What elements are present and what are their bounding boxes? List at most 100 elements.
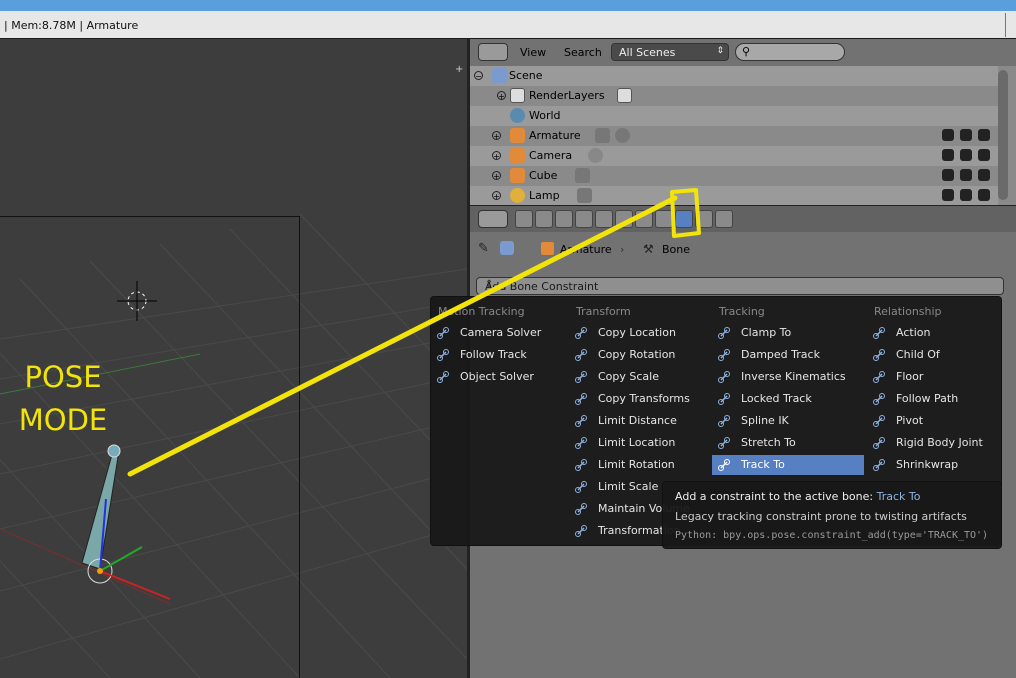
menu-item-object-solver[interactable]: Object Solver [431,367,567,387]
menu-item-floor[interactable]: Floor [867,367,997,387]
row-label[interactable]: Cube [529,169,557,182]
menu-item-inverse-kinematics[interactable]: Inverse Kinematics [712,367,864,387]
search-menu[interactable]: Search [564,46,602,59]
constraint-icon [575,481,587,493]
menu-item-camera-solver[interactable]: Camera Solver [431,323,567,343]
outliner-row-armature[interactable]: + Armature [470,126,998,146]
outliner-row-renderlayers[interactable]: + RenderLayers [470,86,998,106]
constraint-icon [873,371,885,383]
search-input[interactable]: ⚲ [735,43,845,61]
expand-icon[interactable]: + [492,191,501,201]
menu-item-pivot[interactable]: Pivot [867,411,997,431]
eye-icon[interactable] [942,189,954,201]
menu-item-limit-location[interactable]: Limit Location [569,433,709,453]
menu-item-limit-distance[interactable]: Limit Distance [569,411,709,431]
pose-mode-annotation: POSE MODE [8,356,118,442]
menu-item-copy-location[interactable]: Copy Location [569,323,709,343]
expand-icon[interactable]: + [492,131,501,141]
scene-tab-icon[interactable] [555,210,573,228]
menu-item-clamp-to[interactable]: Clamp To [712,323,864,343]
constraint-icon [718,437,730,449]
menu-item-rigid-body-joint[interactable]: Rigid Body Joint [867,433,997,453]
armature-data-icon [615,128,630,143]
bone-constraints-tab-icon[interactable] [675,210,693,228]
menu-item-damped-track[interactable]: Damped Track [712,345,864,365]
editor-type-button[interactable] [478,43,508,61]
updown-arrows-icon: ⇕ [485,279,494,290]
editor-type-button[interactable] [478,210,508,228]
constraint-icon [718,459,730,471]
constraint-icon [575,525,587,537]
camera-render-icon[interactable] [978,129,990,141]
scene-context-icon [500,241,514,255]
menu-item-shrinkwrap[interactable]: Shrinkwrap [867,455,997,475]
eye-icon[interactable] [942,129,954,141]
add-bone-constraint-dropdown[interactable]: Add Bone Constraint ⇕ [476,277,1004,295]
outliner-row-scene[interactable]: − Scene [470,66,998,86]
world-tab-icon[interactable] [575,210,593,228]
menu-item-copy-scale[interactable]: Copy Scale [569,367,709,387]
constraint-icon [873,459,885,471]
outliner-row-camera[interactable]: + Camera [470,146,998,166]
tooltip: Add a constraint to the active bone: Tra… [662,481,1002,549]
constraint-icon [718,415,730,427]
texture-tab-icon[interactable] [695,210,713,228]
camera-render-icon[interactable] [978,149,990,161]
outliner-row-world[interactable]: World [470,106,998,126]
bone-gizmo[interactable] [60,439,260,639]
menu-heading-transform: Transform [576,305,631,318]
bone-tab-icon[interactable] [655,210,673,228]
armature-data-tab-icon[interactable] [635,210,653,228]
view-menu[interactable]: View [520,46,546,59]
expand-icon[interactable]: + [492,171,501,181]
renderlayer-icon [617,88,632,103]
eye-icon[interactable] [942,169,954,181]
visibility-controls [936,189,992,203]
menu-item-copy-rotation[interactable]: Copy Rotation [569,345,709,365]
object-tab-icon[interactable] [595,210,613,228]
menu-item-copy-transforms[interactable]: Copy Transforms [569,389,709,409]
cursor-icon[interactable] [960,129,972,141]
menu-item-stretch-to[interactable]: Stretch To [712,433,864,453]
scene-filter-dropdown[interactable]: All Scenes ⇕ [611,43,729,61]
collapse-icon[interactable]: − [474,71,483,81]
row-label[interactable]: Scene [509,69,543,82]
camera-render-icon[interactable] [978,189,990,201]
tooltip-python: Python: bpy.ops.pose.constraint_add(type… [675,530,989,541]
menu-item-child-of[interactable]: Child Of [867,345,997,365]
eye-icon[interactable] [942,149,954,161]
cursor-icon[interactable] [960,169,972,181]
row-label[interactable]: Lamp [529,189,560,202]
row-label[interactable]: World [529,109,561,122]
menu-item-follow-track[interactable]: Follow Track [431,345,567,365]
constraint-icon [575,415,587,427]
outliner-row-cube[interactable]: + Cube [470,166,998,186]
menu-item-track-to[interactable]: Track To [712,455,864,475]
camera-render-icon[interactable] [978,169,990,181]
row-label[interactable]: Armature [529,129,581,142]
visibility-controls [936,129,992,143]
header-resize-handle[interactable] [1005,13,1012,37]
render-tab-icon[interactable] [515,210,533,228]
cursor-icon[interactable] [960,189,972,201]
expand-icon[interactable]: + [497,91,506,101]
outliner-row-lamp[interactable]: + Lamp [470,186,998,205]
breadcrumb-armature: Armature [560,243,612,256]
constraint-icon [873,349,885,361]
physics-tab-icon[interactable] [715,210,733,228]
outliner-scrollbar[interactable] [998,70,1008,200]
menu-item-limit-rotation[interactable]: Limit Rotation [569,455,709,475]
row-label[interactable]: RenderLayers [529,89,605,102]
add-region-icon[interactable]: + [455,64,463,75]
object-constraints-tab-icon[interactable] [615,210,633,228]
render-layers-tab-icon[interactable] [535,210,553,228]
menu-item-follow-path[interactable]: Follow Path [867,389,997,409]
menu-item-locked-track[interactable]: Locked Track [712,389,864,409]
row-label[interactable]: Camera [529,149,572,162]
menu-item-action[interactable]: Action [867,323,997,343]
menu-item-spline-ik[interactable]: Spline IK [712,411,864,431]
expand-icon[interactable]: + [492,151,501,161]
cursor-icon[interactable] [960,149,972,161]
pin-icon[interactable]: ✎ [478,241,494,257]
camera-data-icon [588,148,603,163]
